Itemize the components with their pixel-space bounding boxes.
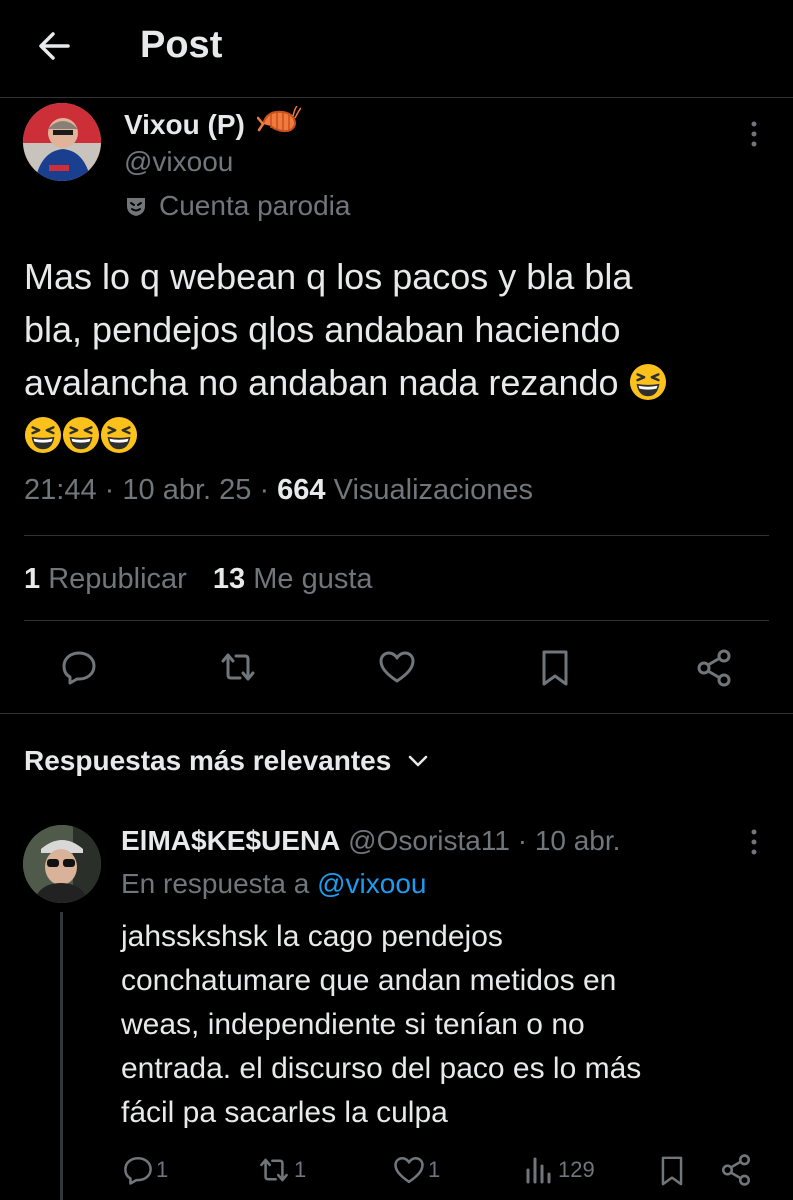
post-text: Mas lo q webean q los pacos y bla bla bl…: [24, 250, 784, 462]
more-icon: [751, 121, 757, 147]
reply-icon: [124, 1156, 152, 1185]
reply-vertical-line: [60, 912, 63, 1200]
reply-author-name[interactable]: ElMA$KE$UENA: [121, 825, 340, 856]
author-name[interactable]: Vixou (P): [124, 109, 245, 140]
like-icon: [394, 1156, 424, 1184]
chevron-down-icon: [407, 754, 429, 768]
more-button[interactable]: [744, 120, 764, 150]
reply-views-button[interactable]: 129: [524, 1154, 595, 1186]
page-title: Post: [140, 24, 223, 66]
divider: [24, 620, 769, 621]
more-icon: [751, 829, 757, 855]
in-reply-to: En respuesta a @vixoou: [121, 868, 427, 900]
reply-text-line: fácil pa sacarles la culpa: [121, 1096, 448, 1129]
replies-sort-dropdown[interactable]: Respuestas más relevantes: [24, 745, 429, 777]
reply-repost-button[interactable]: 1: [256, 1154, 306, 1186]
bookmark-button[interactable]: [538, 648, 572, 688]
reply-reply-button[interactable]: 1: [122, 1154, 168, 1186]
in-reply-prefix: En respuesta a: [121, 868, 310, 899]
grinning-squint-emoji: [62, 416, 100, 454]
share-button[interactable]: [694, 648, 734, 688]
post-date[interactable]: 10 abr. 25: [122, 474, 251, 506]
share-icon: [721, 1154, 751, 1186]
reply-views-count: 129: [558, 1157, 595, 1182]
back-button[interactable]: [34, 28, 74, 64]
likes-label: Me gusta: [253, 563, 373, 595]
post-text-line: bla, pendejos qlos andaban haciendo: [24, 309, 621, 350]
reply-more-button[interactable]: [744, 828, 764, 858]
share-icon: [697, 649, 731, 687]
reposts-stat[interactable]: 1 Republicar: [24, 563, 195, 595]
grinning-squint-emoji: [100, 416, 138, 454]
in-reply-handle-link[interactable]: @vixoou: [317, 868, 426, 899]
header-divider: [0, 97, 793, 98]
bookmark-icon: [661, 1156, 683, 1186]
reposts-count: 1: [24, 563, 41, 595]
parody-label: Cuenta parodia: [159, 190, 351, 221]
reply-text-line: conchatumare que andan metidos en: [121, 964, 617, 997]
reply-button[interactable]: [60, 648, 98, 686]
author-avatar[interactable]: [23, 103, 101, 181]
replies-sort-label: Respuestas más relevantes: [24, 745, 392, 776]
post-time[interactable]: 21:44: [24, 474, 97, 506]
bookmark-icon: [542, 650, 568, 686]
like-button[interactable]: [377, 648, 417, 686]
shrimp-emoji: [256, 106, 301, 138]
divider: [24, 535, 769, 536]
grinning-squint-emoji: [629, 363, 666, 401]
reply-author-handle[interactable]: @Osorista11: [348, 825, 510, 856]
reply-text-line: weas, independiente si tenían o no: [121, 1008, 585, 1041]
reply-bookmark-button[interactable]: [658, 1154, 686, 1188]
divider: [0, 713, 793, 714]
reply-text-line: entrada. el discurso del paco es lo más: [121, 1052, 642, 1085]
reply-share-button[interactable]: [719, 1153, 753, 1187]
like-icon: [379, 651, 415, 683]
grinning-squint-emoji: [24, 416, 62, 454]
reply-date[interactable]: 10 abr.: [535, 825, 621, 856]
likes-count: 13: [212, 563, 246, 595]
reply-like-button[interactable]: 1: [392, 1154, 440, 1186]
reply-likes-count: 1: [428, 1157, 441, 1182]
parody-mask-icon: [124, 194, 148, 218]
reply-text-line: jahsskshsk la cago pendejos: [121, 920, 503, 953]
repost-button[interactable]: [217, 648, 259, 686]
reply-icon: [62, 651, 96, 685]
repost-icon: [260, 1158, 288, 1182]
reply-text: jahsskshsk la cago pendejos conchatumare…: [121, 915, 781, 1135]
post-meta: 21:44 · 10 abr. 25 · 664 Visualizaciones: [24, 474, 533, 506]
reply-reposts-count: 1: [294, 1157, 307, 1182]
engagement-stats: 1 Republicar 13 Me gusta: [24, 563, 373, 596]
reply-replies-count: 1: [156, 1157, 169, 1182]
post-text-line: avalancha no andaban nada rezando: [24, 362, 619, 403]
views-count: 664: [277, 474, 326, 506]
repost-icon: [221, 653, 255, 681]
reply-header: ElMA$KE$UENA @Osorista11 · 10 abr.: [121, 825, 621, 856]
views-icon: [526, 1157, 551, 1184]
likes-stat[interactable]: 13 Me gusta: [213, 563, 373, 595]
author-handle[interactable]: @vixoou: [124, 146, 233, 178]
reposts-label: Republicar: [48, 563, 187, 595]
views-label: Visualizaciones: [333, 474, 533, 506]
back-arrow-icon: [39, 32, 70, 60]
post-text-line: Mas lo q webean q los pacos y bla bla: [24, 256, 633, 297]
reply-avatar[interactable]: [23, 825, 101, 903]
